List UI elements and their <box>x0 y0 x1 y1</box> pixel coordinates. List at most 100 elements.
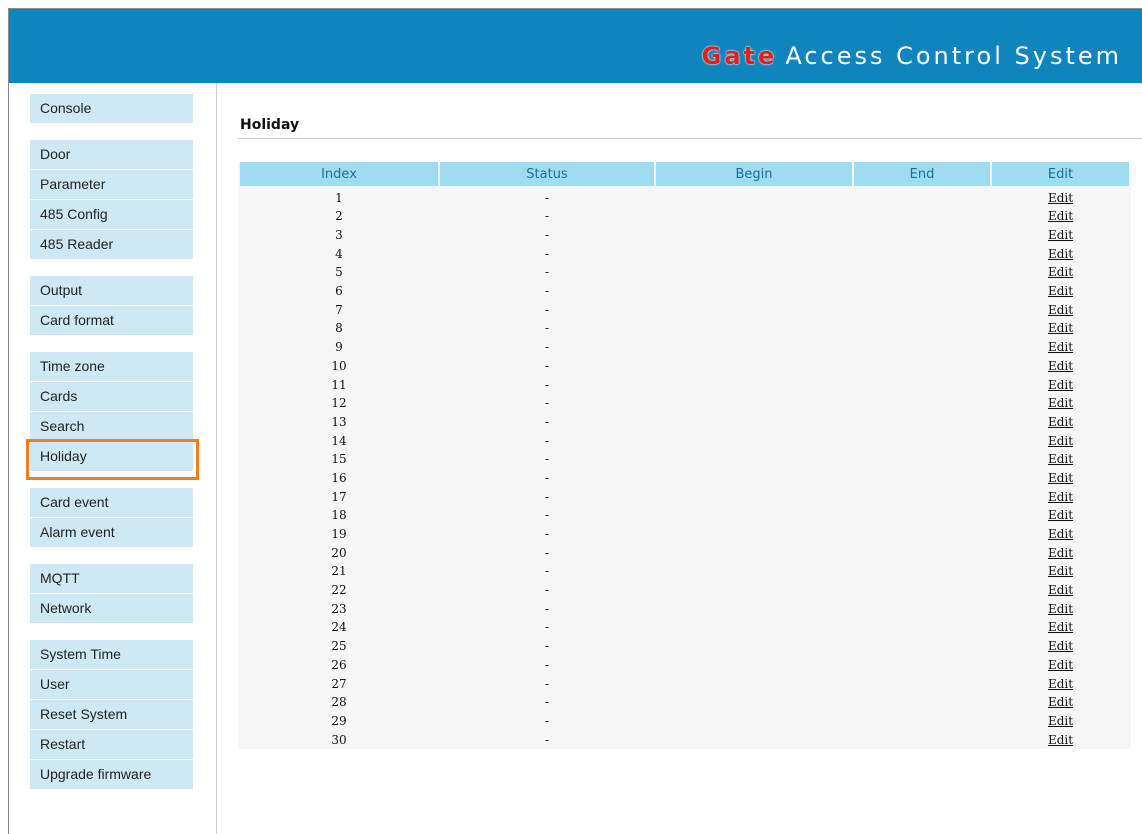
cell-begin <box>656 674 852 693</box>
sidebar-item-time-zone[interactable]: Time zone <box>30 352 193 381</box>
sidebar-item-search[interactable]: Search <box>30 412 193 441</box>
cell-end <box>854 186 990 207</box>
edit-link[interactable]: Edit <box>1048 639 1073 653</box>
sidebar-item-485-reader[interactable]: 485 Reader <box>30 230 193 259</box>
sidebar-item-alarm-event[interactable]: Alarm event <box>30 518 193 547</box>
sidebar-item-system-time[interactable]: System Time <box>30 640 193 669</box>
edit-link[interactable]: Edit <box>1048 602 1073 616</box>
edit-link[interactable]: Edit <box>1048 733 1073 747</box>
column-header-begin: Begin <box>656 162 852 186</box>
sidebar-item-mqtt[interactable]: MQTT <box>30 564 193 593</box>
sidebar-item-holiday[interactable]: Holiday <box>26 439 199 480</box>
cell-index: 18 <box>331 508 347 523</box>
edit-link[interactable]: Edit <box>1048 321 1073 335</box>
cell-status: - <box>544 246 550 261</box>
cell-index: 11 <box>331 377 347 392</box>
edit-link[interactable]: Edit <box>1048 228 1073 242</box>
cell-status: - <box>544 564 550 579</box>
sidebar-item-user[interactable]: User <box>30 670 193 699</box>
sidebar-item-parameter[interactable]: Parameter <box>30 170 193 199</box>
cell-edit: Edit <box>992 207 1129 226</box>
sidebar-item-cards[interactable]: Cards <box>30 382 193 411</box>
sidebar-item-upgrade-firmware[interactable]: Upgrade firmware <box>30 760 193 789</box>
edit-link[interactable]: Edit <box>1048 434 1073 448</box>
edit-link[interactable]: Edit <box>1048 359 1073 373</box>
edit-link[interactable]: Edit <box>1048 452 1073 466</box>
sidebar-item-console[interactable]: Console <box>30 94 193 123</box>
cell-status: - <box>544 545 550 560</box>
cell-status: - <box>544 620 550 635</box>
table-row: 21 - Edit <box>240 562 1129 581</box>
edit-link[interactable]: Edit <box>1048 677 1073 691</box>
edit-link[interactable]: Edit <box>1048 265 1073 279</box>
cell-edit: Edit <box>992 394 1129 413</box>
edit-link[interactable]: Edit <box>1048 527 1073 541</box>
nav-group: Time zone Cards Search Holiday <box>26 352 199 480</box>
edit-link[interactable]: Edit <box>1048 714 1073 728</box>
sidebar-item-restart[interactable]: Restart <box>30 730 193 759</box>
cell-begin <box>656 581 852 600</box>
cell-status: - <box>544 695 550 710</box>
edit-link[interactable]: Edit <box>1048 471 1073 485</box>
cell-status: - <box>544 209 550 224</box>
edit-link[interactable]: Edit <box>1048 284 1073 298</box>
cell-status: - <box>544 508 550 523</box>
sidebar-item-card-event[interactable]: Card event <box>30 488 193 517</box>
cell-end <box>854 712 990 731</box>
cell-edit: Edit <box>992 375 1129 394</box>
table-row: 9 - Edit <box>240 338 1129 357</box>
sidebar-item-485-config[interactable]: 485 Config <box>30 200 193 229</box>
table-row: 1 - Edit <box>240 186 1129 207</box>
edit-link[interactable]: Edit <box>1048 247 1073 261</box>
table-row: 11 - Edit <box>240 375 1129 394</box>
table-row: 5 - Edit <box>240 263 1129 282</box>
cell-edit: Edit <box>992 543 1129 562</box>
cell-status: - <box>544 433 550 448</box>
edit-link[interactable]: Edit <box>1048 583 1073 597</box>
cell-begin <box>656 282 852 301</box>
edit-link[interactable]: Edit <box>1048 508 1073 522</box>
nav-group: Card event Alarm event <box>30 488 193 548</box>
cell-end <box>854 300 990 319</box>
cell-edit: Edit <box>992 581 1129 600</box>
edit-link[interactable]: Edit <box>1048 490 1073 504</box>
edit-link[interactable]: Edit <box>1048 340 1073 354</box>
cell-begin <box>656 599 852 618</box>
cell-end <box>854 562 990 581</box>
cell-end <box>854 450 990 469</box>
sidebar-item-card-format[interactable]: Card format <box>30 306 193 335</box>
sidebar-item-reset-system[interactable]: Reset System <box>30 700 193 729</box>
cell-edit: Edit <box>992 431 1129 450</box>
sidebar-item-output[interactable]: Output <box>30 276 193 305</box>
cell-status: - <box>544 340 550 355</box>
cell-end <box>854 487 990 506</box>
edit-link[interactable]: Edit <box>1048 191 1073 205</box>
cell-index: 30 <box>331 732 347 747</box>
edit-link[interactable]: Edit <box>1048 378 1073 392</box>
edit-link[interactable]: Edit <box>1048 658 1073 672</box>
cell-edit: Edit <box>992 637 1129 656</box>
edit-link[interactable]: Edit <box>1048 209 1073 223</box>
cell-status: - <box>544 676 550 691</box>
cell-index: 16 <box>331 470 347 485</box>
edit-link[interactable]: Edit <box>1048 396 1073 410</box>
sidebar-item-door[interactable]: Door <box>30 140 193 169</box>
edit-link[interactable]: Edit <box>1048 620 1073 634</box>
cell-begin <box>656 562 852 581</box>
table-row: 22 - Edit <box>240 581 1129 600</box>
cell-edit: Edit <box>992 506 1129 525</box>
edit-link[interactable]: Edit <box>1048 695 1073 709</box>
edit-link[interactable]: Edit <box>1048 546 1073 560</box>
sidebar-item-network[interactable]: Network <box>30 594 193 623</box>
edit-link[interactable]: Edit <box>1048 564 1073 578</box>
cell-begin <box>656 506 852 525</box>
edit-link[interactable]: Edit <box>1048 415 1073 429</box>
cell-end <box>854 674 990 693</box>
cell-index: 2 <box>335 209 343 224</box>
cell-end <box>854 599 990 618</box>
table-body: 1 - Edit 2 - Edit 3 - Edit 4 - Edit 5 - Edit 6 - Edit 7 - Ed… <box>240 186 1129 749</box>
cell-end <box>854 730 990 749</box>
edit-link[interactable]: Edit <box>1048 303 1073 317</box>
cell-status: - <box>544 321 550 336</box>
cell-end <box>854 263 990 282</box>
